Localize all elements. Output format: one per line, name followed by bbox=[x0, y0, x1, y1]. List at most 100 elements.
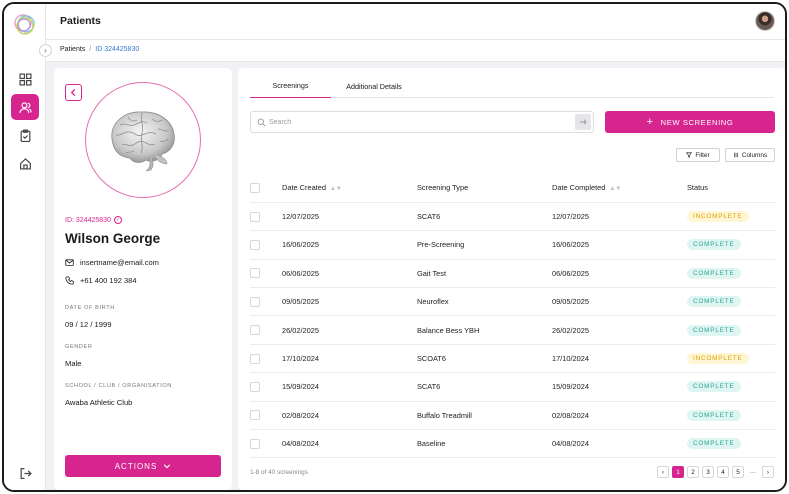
chevron-down-icon bbox=[164, 464, 171, 469]
search-input[interactable] bbox=[269, 115, 569, 129]
status-badge: COMPLETE bbox=[687, 324, 741, 336]
users-icon bbox=[18, 101, 32, 113]
prev-page-button[interactable]: ‹ bbox=[657, 466, 669, 478]
nav-patients[interactable] bbox=[11, 94, 39, 120]
search-submit-button[interactable] bbox=[575, 114, 591, 130]
actions-button[interactable]: ACTIONS bbox=[65, 455, 221, 477]
columns-label: Columns bbox=[741, 151, 768, 159]
page-button-2[interactable]: 2 bbox=[687, 466, 699, 478]
pagination-ellipsis[interactable]: ··· bbox=[747, 466, 759, 478]
actions-label: ACTIONS bbox=[114, 461, 158, 471]
cell-screening-type: Baseline bbox=[417, 429, 552, 459]
cell-date-created: 12/07/2025 bbox=[282, 202, 417, 232]
cell-date-completed: 17/10/2024 bbox=[552, 344, 687, 374]
nav-screenings[interactable] bbox=[11, 122, 39, 148]
status-badge: INCOMPLETE bbox=[687, 353, 749, 365]
avatar[interactable] bbox=[755, 11, 775, 31]
nav-home[interactable] bbox=[11, 150, 39, 176]
cell-date-created: 15/09/2024 bbox=[282, 372, 417, 402]
table-row[interactable]: 12/07/2025 SCAT6 12/07/2025 INCOMPLETE bbox=[250, 202, 775, 232]
table-row[interactable]: 09/05/2025 Neuroflex 09/05/2025 COMPLETE bbox=[250, 287, 775, 317]
row-checkbox[interactable] bbox=[250, 381, 260, 392]
status-badge: COMPLETE bbox=[687, 409, 741, 421]
cell-screening-type: Pre-Screening bbox=[417, 230, 552, 260]
results-count: 1-8 of 40 screenings bbox=[250, 469, 308, 476]
sidebar-toggle-button[interactable]: › bbox=[39, 44, 52, 57]
sort-icon: ▲▼ bbox=[329, 186, 342, 193]
cell-screening-type: Gait Test bbox=[417, 259, 552, 289]
search-box bbox=[250, 111, 594, 133]
row-checkbox[interactable] bbox=[250, 353, 260, 364]
row-checkbox[interactable] bbox=[250, 410, 260, 421]
patient-photo bbox=[85, 82, 201, 198]
clipboard-icon bbox=[20, 128, 30, 142]
table-row[interactable]: 02/08/2024 Buffalo Treadmill 02/08/2024 COM… bbox=[250, 401, 775, 431]
cell-date-completed: 26/02/2025 bbox=[552, 315, 687, 345]
row-checkbox[interactable] bbox=[250, 268, 260, 279]
row-checkbox[interactable] bbox=[250, 325, 260, 336]
column-date-completed[interactable]: Date Completed ▲▼ bbox=[552, 174, 687, 203]
side-rail bbox=[4, 4, 46, 490]
page-button-1[interactable]: 1 bbox=[672, 466, 684, 478]
column-screening-type: Screening Type bbox=[417, 174, 552, 203]
top-header: Patients bbox=[46, 4, 785, 40]
patient-phone[interactable]: +61 400 192 384 bbox=[65, 276, 137, 285]
table-row[interactable]: 17/10/2024 SCOAT6 17/10/2024 INCOMPLETE bbox=[250, 344, 775, 374]
logout-icon bbox=[20, 467, 32, 479]
arrow-right-icon bbox=[579, 119, 587, 125]
cell-date-created: 16/06/2025 bbox=[282, 230, 417, 260]
cell-screening-type: SCOAT6 bbox=[417, 344, 552, 374]
nav-dashboard[interactable] bbox=[11, 66, 39, 92]
breadcrumb-root[interactable]: Patients bbox=[60, 46, 85, 53]
logout-button[interactable] bbox=[11, 460, 39, 486]
row-checkbox[interactable] bbox=[250, 438, 260, 449]
cell-date-completed: 15/09/2024 bbox=[552, 372, 687, 402]
cell-date-completed: 12/07/2025 bbox=[552, 202, 687, 232]
home-icon bbox=[19, 157, 31, 170]
breadcrumb-separator: / bbox=[89, 46, 92, 53]
mail-icon bbox=[65, 259, 74, 266]
column-date-created[interactable]: Date Created ▲▼ bbox=[282, 174, 417, 203]
cell-date-completed: 06/06/2025 bbox=[552, 259, 687, 289]
select-all-checkbox[interactable] bbox=[250, 182, 260, 193]
dashboard-icon bbox=[18, 72, 32, 86]
plus-icon: + bbox=[646, 116, 654, 128]
status-badge: COMPLETE bbox=[687, 296, 741, 308]
table-row[interactable]: 04/08/2024 Baseline 04/08/2024 COMPLETE bbox=[250, 429, 775, 459]
table-row[interactable]: 16/06/2025 Pre-Screening 16/06/2025 COMPLET… bbox=[250, 230, 775, 260]
tab-additional-details[interactable]: Additional Details bbox=[338, 74, 410, 98]
table-row[interactable]: 06/06/2025 Gait Test 06/06/2025 COMPLETE bbox=[250, 259, 775, 289]
table-row[interactable]: 15/09/2024 SCAT6 15/09/2024 COMPLETE bbox=[250, 372, 775, 402]
logo-icon[interactable] bbox=[12, 12, 38, 38]
sort-icon: ▲▼ bbox=[609, 186, 622, 193]
row-checkbox[interactable] bbox=[250, 240, 260, 250]
row-checkbox[interactable] bbox=[250, 211, 260, 222]
cell-screening-type: Balance Bess YBH bbox=[417, 315, 552, 345]
columns-button[interactable]: Columns bbox=[725, 148, 775, 162]
phone-icon bbox=[65, 276, 74, 285]
table-row[interactable]: 26/02/2025 Balance Bess YBH 26/02/2025 COMP… bbox=[250, 315, 775, 345]
chevron-left-icon bbox=[70, 88, 76, 97]
dob-value: 09 / 12 / 1999 bbox=[65, 320, 112, 329]
email-text: insertname@email.com bbox=[80, 258, 159, 267]
row-checkbox[interactable] bbox=[250, 296, 260, 307]
header-label: Date Created bbox=[282, 183, 326, 193]
filter-button[interactable]: Filter bbox=[676, 148, 720, 162]
status-badge: COMPLETE bbox=[687, 381, 741, 393]
patient-id-label: ID: 324425830 bbox=[65, 216, 111, 224]
tab-screenings[interactable]: Screenings bbox=[250, 74, 331, 98]
page-button-3[interactable]: 3 bbox=[702, 466, 714, 478]
verified-icon: ✓ bbox=[113, 216, 122, 224]
next-page-button[interactable]: › bbox=[762, 466, 774, 478]
page-button-5[interactable]: 5 bbox=[732, 466, 744, 478]
cell-date-completed: 16/06/2025 bbox=[552, 230, 687, 260]
back-button[interactable] bbox=[65, 84, 82, 101]
cell-date-completed: 02/08/2024 bbox=[552, 401, 687, 431]
columns-icon bbox=[734, 152, 738, 158]
patient-email[interactable]: insertname@email.com bbox=[65, 258, 159, 267]
page-button-4[interactable]: 4 bbox=[717, 466, 729, 478]
gender-label: GENDER bbox=[65, 344, 93, 350]
filter-label: Filter bbox=[695, 151, 710, 159]
header-label: Status bbox=[687, 183, 708, 193]
new-screening-button[interactable]: + NEW SCREENING bbox=[605, 111, 775, 133]
